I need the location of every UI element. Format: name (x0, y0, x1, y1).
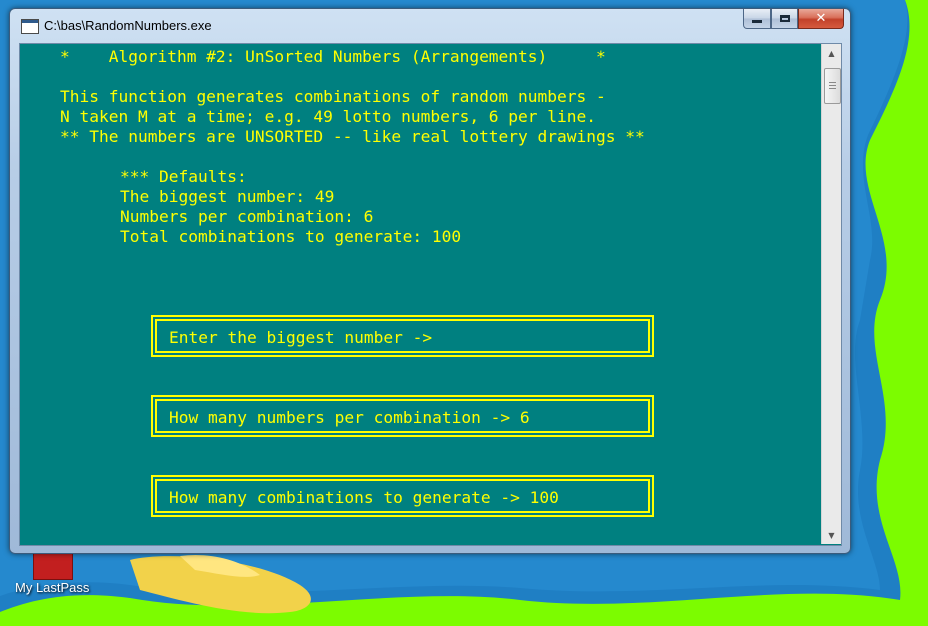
description-line-3: ** The numbers are UNSORTED -- like real… (60, 127, 645, 146)
grip-line (829, 82, 836, 83)
lastpass-shortcut-label[interactable]: My LastPass (15, 580, 89, 595)
scroll-down-button[interactable]: ▼ (822, 526, 841, 544)
vertical-scrollbar[interactable]: ▲ ▼ (821, 44, 841, 544)
console-app-icon[interactable] (21, 19, 39, 34)
minimize-button[interactable] (743, 9, 771, 29)
default-total-combinations: Total combinations to generate: 100 (120, 227, 462, 246)
window-title: C:\bas\RandomNumbers.exe (44, 18, 212, 33)
console-output[interactable]: * Algorithm #2: UnSorted Numbers (Arrang… (19, 43, 842, 546)
scroll-down-icon: ▼ (828, 530, 835, 540)
total-combinations-prompt-box[interactable]: How many combinations to generate -> 100 (151, 475, 654, 517)
maximize-button[interactable] (771, 9, 798, 29)
description-line-2: N taken M at a time; e.g. 49 lotto numbe… (60, 107, 597, 126)
grip-line (829, 85, 836, 86)
defaults-heading: *** Defaults: (120, 167, 247, 186)
title-bar[interactable]: C:\bas\RandomNumbers.exe ✕ (10, 9, 850, 43)
scroll-up-icon: ▲ (828, 48, 835, 58)
maximize-icon (779, 15, 790, 22)
per-combination-prompt[interactable]: How many numbers per combination -> 6 (169, 408, 530, 428)
minimize-icon (752, 20, 762, 23)
header-line: * Algorithm #2: UnSorted Numbers (Arrang… (60, 47, 606, 66)
description-line-1: This function generates combinations of … (60, 87, 606, 106)
biggest-number-prompt[interactable]: Enter the biggest number -> (169, 328, 432, 348)
default-biggest-number: The biggest number: 49 (120, 187, 335, 206)
scroll-thumb[interactable] (824, 68, 841, 104)
grip-line (829, 88, 836, 89)
total-combinations-prompt[interactable]: How many combinations to generate -> 100 (169, 488, 559, 508)
per-combination-prompt-box[interactable]: How many numbers per combination -> 6 (151, 395, 654, 437)
console-window[interactable]: C:\bas\RandomNumbers.exe ✕ * Algorithm #… (9, 8, 851, 554)
caption-buttons: ✕ (743, 9, 844, 29)
scroll-up-button[interactable]: ▲ (822, 44, 841, 62)
biggest-number-prompt-box[interactable]: Enter the biggest number -> (151, 315, 654, 357)
default-numbers-per-combination: Numbers per combination: 6 (120, 207, 374, 226)
close-icon: ✕ (815, 11, 827, 26)
close-button[interactable]: ✕ (798, 9, 844, 29)
